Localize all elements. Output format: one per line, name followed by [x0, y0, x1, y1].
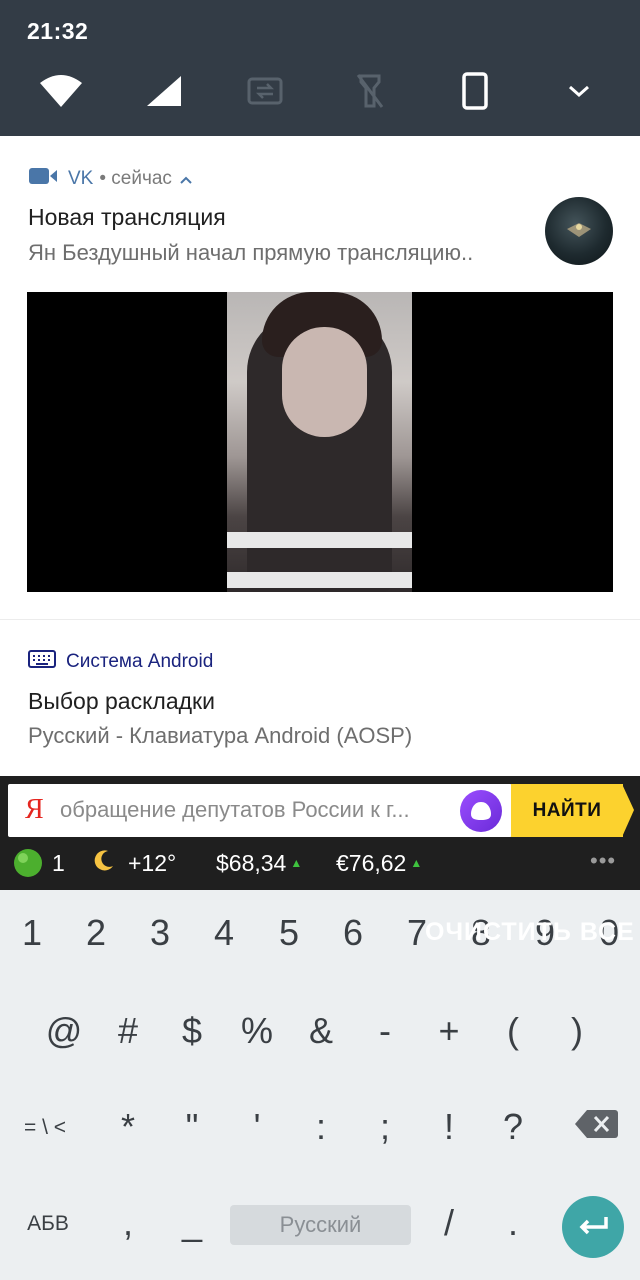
- usd-rate[interactable]: $68,34 ▲: [216, 846, 302, 880]
- arrow-up-icon: ▲: [410, 856, 423, 870]
- key-percent[interactable]: %: [227, 1010, 287, 1052]
- key-comma[interactable]: ,: [98, 1202, 158, 1244]
- key-plus[interactable]: +: [419, 1010, 479, 1052]
- key-colon[interactable]: :: [291, 1106, 351, 1148]
- key-hash[interactable]: #: [98, 1010, 158, 1052]
- find-button[interactable]: НАЙТИ: [511, 784, 623, 837]
- key-single-quote[interactable]: ': [227, 1106, 287, 1148]
- key-period[interactable]: .: [483, 1202, 543, 1244]
- video-camera-icon: [28, 166, 58, 192]
- notification-title: Выбор раскладки: [28, 688, 215, 714]
- data-sync-icon[interactable]: [241, 68, 289, 114]
- arrow-up-icon: ▲: [290, 856, 303, 870]
- key-6[interactable]: 6: [323, 912, 383, 954]
- phone-icon[interactable]: [451, 68, 499, 114]
- notification-title: Новая трансляция: [28, 204, 226, 230]
- yandex-logo: Я: [25, 794, 44, 825]
- moon-icon: [92, 848, 116, 878]
- key-paren-close[interactable]: ): [547, 1010, 607, 1052]
- traffic-icon: [14, 849, 42, 877]
- wifi-icon[interactable]: [37, 68, 85, 114]
- weather-temp: +12°: [128, 849, 177, 876]
- notification-time: • сейчас: [99, 168, 172, 189]
- key-asterisk[interactable]: *: [98, 1106, 158, 1148]
- chevron-down-icon[interactable]: [555, 68, 603, 114]
- key-slash[interactable]: /: [419, 1202, 479, 1244]
- key-2[interactable]: 2: [66, 912, 126, 954]
- notification-header: VK • сейчас: [28, 166, 192, 192]
- find-button-arrow: [622, 784, 634, 837]
- key-5[interactable]: 5: [259, 912, 319, 954]
- traffic-score: 1: [52, 849, 65, 876]
- notification-vk[interactable]: VK • сейчас Новая трансляция Ян Бездушны…: [0, 136, 640, 619]
- key-3[interactable]: 3: [130, 912, 190, 954]
- search-box[interactable]: Я обращение депутатов России к г...: [8, 784, 512, 837]
- stream-thumbnail: [227, 292, 412, 592]
- clear-all-button[interactable]: ОЧИСТИТЬ ВСЕ: [425, 918, 635, 947]
- key-semicolon[interactable]: ;: [355, 1106, 415, 1148]
- yandex-widget: Я обращение депутатов России к г... НАЙТ…: [0, 776, 640, 890]
- key-minus[interactable]: -: [355, 1010, 415, 1052]
- app-name: Система Android: [66, 651, 214, 672]
- backspace-icon[interactable]: [573, 1108, 619, 1145]
- chevron-up-icon[interactable]: [180, 168, 192, 190]
- more-icon[interactable]: •••: [590, 848, 616, 874]
- notification-text: Ян Бездушный начал прямую трансляцию..: [28, 240, 474, 265]
- app-name: VK: [68, 168, 94, 189]
- alice-voice-icon[interactable]: [460, 790, 502, 832]
- usd-value: $68,34: [216, 849, 287, 876]
- weather-widget[interactable]: +12°: [92, 846, 176, 880]
- avatar: [545, 197, 613, 265]
- key-question[interactable]: ?: [483, 1106, 543, 1148]
- video-preview[interactable]: [27, 292, 613, 592]
- key-4[interactable]: 4: [194, 912, 254, 954]
- enter-button[interactable]: [562, 1196, 624, 1258]
- space-bar[interactable]: Русский: [230, 1205, 411, 1245]
- key-abc-switch[interactable]: АБВ: [18, 1212, 78, 1236]
- key-dollar[interactable]: $: [162, 1010, 222, 1052]
- enter-icon: [579, 1217, 608, 1235]
- search-input[interactable]: обращение депутатов России к г...: [60, 797, 455, 823]
- notification-android-system[interactable]: Система Android Выбор раскладки Русский …: [0, 620, 640, 776]
- keyboard-icon: [28, 650, 56, 674]
- key-double-quote[interactable]: ": [162, 1106, 222, 1148]
- keyboard: 1 2 3 4 5 6 7 8 9 0 ОЧИСТИТЬ ВСЕ @ # $ %…: [0, 890, 640, 1280]
- key-at[interactable]: @: [34, 1010, 94, 1052]
- traffic-widget[interactable]: 1: [12, 846, 65, 880]
- key-exclamation[interactable]: !: [419, 1106, 479, 1148]
- status-time: 21:32: [27, 18, 89, 44]
- quick-settings-panel: 21:32: [0, 0, 640, 136]
- signal-icon[interactable]: [140, 68, 188, 114]
- eur-rate[interactable]: €76,62 ▲: [336, 846, 422, 880]
- notification-header: Система Android: [28, 650, 213, 674]
- flashlight-icon[interactable]: [346, 68, 394, 114]
- eur-value: €76,62: [336, 849, 407, 876]
- key-underscore[interactable]: _: [162, 1202, 222, 1244]
- key-more-symbols[interactable]: = \ <: [15, 1116, 75, 1140]
- key-paren-open[interactable]: (: [483, 1010, 543, 1052]
- key-ampersand[interactable]: &: [291, 1010, 351, 1052]
- notification-text: Русский - Клавиатура Android (AOSP): [28, 723, 413, 748]
- key-1[interactable]: 1: [2, 912, 62, 954]
